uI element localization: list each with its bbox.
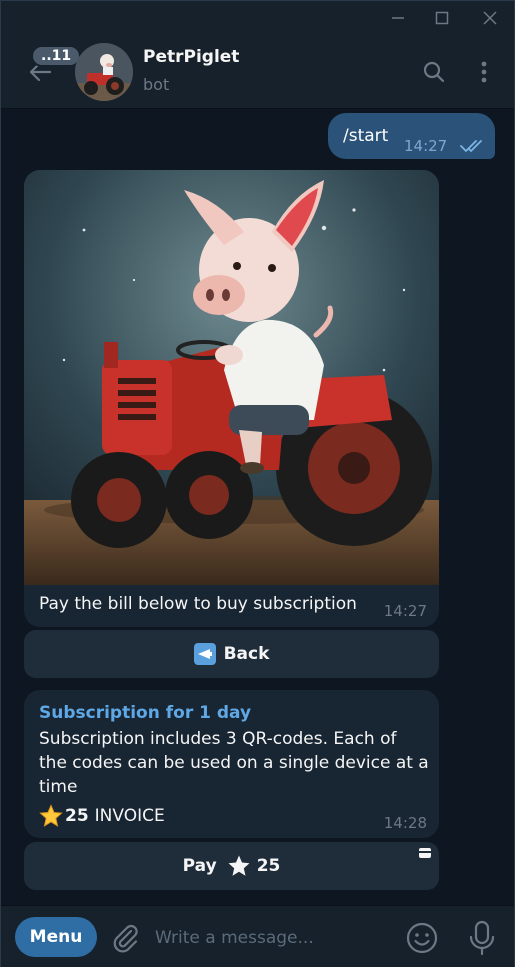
outgoing-message[interactable]: /start 14:27 xyxy=(328,113,495,159)
star-icon xyxy=(227,854,251,878)
invoice-amount: 25 INVOICE xyxy=(39,804,165,828)
pig-on-tractor-photo[interactable] xyxy=(24,170,439,585)
invoice-title: Subscription for 1 day xyxy=(39,703,252,723)
back-inline-button[interactable]: Back xyxy=(24,630,439,678)
chat-status: bot xyxy=(143,75,170,94)
close-icon xyxy=(483,11,497,25)
title-bar xyxy=(1,1,514,35)
pay-button[interactable]: Pay 25 xyxy=(24,842,439,890)
photo-caption: Pay the bill below to buy subscription xyxy=(39,594,357,614)
emoji-button[interactable] xyxy=(405,921,439,955)
message-composer: Menu xyxy=(1,905,514,967)
card-icon xyxy=(419,848,431,858)
bot-avatar[interactable] xyxy=(75,43,133,101)
invoice-amount-label: INVOICE xyxy=(94,806,165,826)
message-input[interactable] xyxy=(153,920,393,956)
invoice-description: Subscription includes 3 QR-codes. Each o… xyxy=(39,729,429,797)
message-text: /start xyxy=(343,126,389,146)
bot-menu-button[interactable]: Menu xyxy=(15,917,97,957)
attach-button[interactable] xyxy=(109,922,141,954)
minimize-button[interactable] xyxy=(375,1,421,35)
more-menu-button[interactable] xyxy=(467,55,501,89)
smiley-icon xyxy=(406,922,438,954)
message-time: 14:27 xyxy=(404,137,448,155)
minimize-icon xyxy=(392,17,404,19)
unread-badge: ..11 xyxy=(31,45,82,67)
message-list[interactable]: /start 14:27 Pay the bill below to buy s… xyxy=(1,109,514,905)
back-arrow-emoji-icon xyxy=(193,643,216,665)
microphone-icon xyxy=(469,920,495,956)
more-vertical-icon xyxy=(481,61,487,83)
chat-title[interactable]: PetrPiglet xyxy=(143,47,239,67)
telegram-window: ..11 PetrPiglet bot /start 14:27 Pay the… xyxy=(0,0,515,967)
invoice-message[interactable]: Subscription for 1 day Subscription incl… xyxy=(24,690,439,838)
invoice-amount-value: 25 xyxy=(65,806,89,826)
star-icon xyxy=(39,804,63,827)
avatar-image xyxy=(75,43,133,101)
double-check-icon xyxy=(460,140,482,153)
maximize-icon xyxy=(435,11,449,25)
back-button-label: Back xyxy=(223,644,270,664)
search-icon xyxy=(423,61,445,83)
close-button[interactable] xyxy=(467,1,513,35)
search-button[interactable] xyxy=(417,55,451,89)
message-time: 14:27 xyxy=(383,602,427,620)
chat-header: ..11 PetrPiglet bot xyxy=(1,35,514,109)
maximize-button[interactable] xyxy=(419,1,465,35)
message-time: 14:28 xyxy=(383,814,427,832)
pay-button-label: Pay xyxy=(182,856,217,876)
photo-message[interactable]: Pay the bill below to buy subscription 1… xyxy=(24,170,439,627)
pay-button-amount: 25 xyxy=(256,856,281,876)
voice-record-button[interactable] xyxy=(465,919,499,957)
paperclip-icon xyxy=(113,924,138,953)
